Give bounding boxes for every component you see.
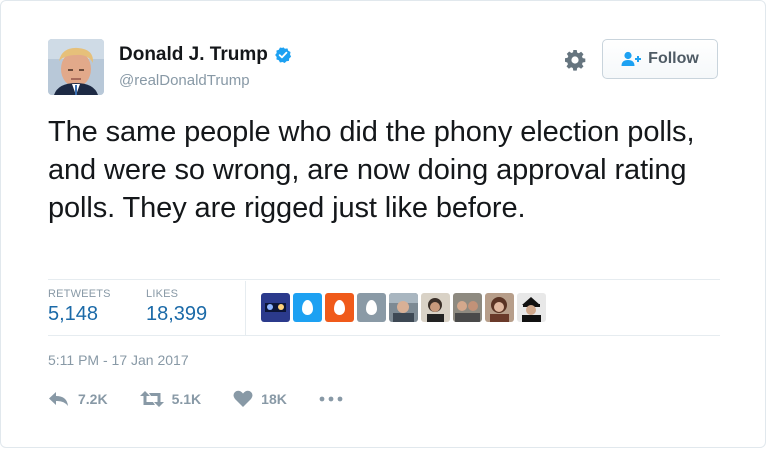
avatar[interactable] <box>48 39 104 95</box>
verified-badge-icon <box>274 47 291 64</box>
tweet-actions: 7.2K 5.1K 18K <box>48 390 375 408</box>
liker-avatar-5[interactable] <box>389 293 418 322</box>
name-row: Donald J. Trump <box>119 44 292 66</box>
reply-icon <box>49 392 68 406</box>
likers-avatars <box>261 293 546 322</box>
likes-label: LIKES <box>146 288 179 300</box>
retweet-icon <box>139 391 164 407</box>
retweet-button[interactable]: 5.1K <box>139 391 202 407</box>
gear-icon[interactable] <box>563 48 587 72</box>
liker-avatar-8[interactable] <box>485 293 514 322</box>
liker-avatar-7[interactable] <box>453 293 482 322</box>
liker-avatar-9[interactable] <box>517 293 546 322</box>
follow-label: Follow <box>648 50 699 67</box>
tweet-card: Donald J. Trump @realDonaldTrump Follow … <box>0 0 766 448</box>
stats-separator <box>245 281 246 335</box>
liker-avatar-1[interactable] <box>261 293 290 322</box>
retweet-count: 5.1K <box>171 391 202 407</box>
reply-count: 7.2K <box>78 391 108 407</box>
retweets-stat[interactable]: RETWEETS 5,148 <box>48 288 111 326</box>
tweet-text: The same people who did the phony electi… <box>48 116 695 224</box>
liker-avatar-4[interactable] <box>357 293 386 322</box>
display-name[interactable]: Donald J. Trump <box>119 44 268 66</box>
follow-button[interactable]: Follow <box>602 39 718 79</box>
likes-count: 18,399 <box>146 303 208 325</box>
like-button[interactable]: 18K <box>233 390 287 408</box>
likes-stat[interactable]: LIKES 18,399 <box>146 288 207 326</box>
liker-avatar-6[interactable] <box>421 293 450 322</box>
more-dots-icon <box>319 396 343 402</box>
liker-avatar-3[interactable] <box>325 293 354 322</box>
more-button[interactable] <box>319 396 343 402</box>
add-user-icon <box>621 51 642 66</box>
retweets-label: RETWEETS <box>48 288 111 300</box>
heart-icon <box>233 390 253 407</box>
retweets-count: 5,148 <box>48 303 99 325</box>
liker-avatar-2[interactable] <box>293 293 322 322</box>
reply-button[interactable]: 7.2K <box>48 391 108 407</box>
tweet-timestamp[interactable]: 5:11 PM - 17 Jan 2017 <box>48 352 189 368</box>
user-handle[interactable]: @realDonaldTrump <box>119 72 250 89</box>
like-count: 18K <box>261 391 287 407</box>
divider <box>48 279 720 280</box>
divider <box>48 335 720 336</box>
